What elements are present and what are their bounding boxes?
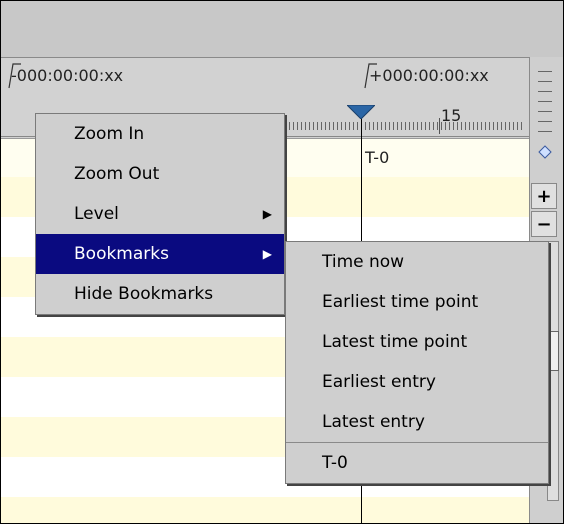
zoom-scale <box>538 71 552 141</box>
zoom-minus-button[interactable]: − <box>531 211 557 237</box>
menu-item-hide-bookmarks[interactable]: Hide Bookmarks <box>36 274 284 314</box>
zoom-plus-button[interactable]: + <box>531 183 557 209</box>
submenu-item-latest-time-point[interactable]: Latest time point <box>286 322 548 362</box>
submenu-item-earliest-entry[interactable]: Earliest entry <box>286 362 548 402</box>
submenu-arrow-icon: ▶ <box>262 247 272 261</box>
submenu-arrow-icon: ▶ <box>262 207 272 221</box>
submenu-item-earliest-time-point[interactable]: Earliest time point <box>286 282 548 322</box>
submenu-item-t0[interactable]: T-0 <box>286 443 548 483</box>
title-bar <box>1 1 563 58</box>
menu-item-zoom-out[interactable]: Zoom Out <box>36 154 284 194</box>
timeline-window: -000:00:00:xx +000:00:00:xx 15 T-0 + − Z… <box>0 0 564 524</box>
ruler-major-tick <box>439 118 440 134</box>
time-marker-icon[interactable] <box>347 105 375 119</box>
context-menu: Zoom In Zoom Out Level ▶ Bookmarks ▶ Hide … <box>35 113 285 315</box>
submenu-item-latest-entry[interactable]: Latest entry <box>286 402 548 442</box>
ruler-right-time: +000:00:00:xx <box>369 66 489 85</box>
ruler-ticks <box>285 122 523 130</box>
menu-item-bookmarks[interactable]: Bookmarks ▶ <box>36 234 284 274</box>
diamond-icon[interactable] <box>538 145 552 159</box>
marker-label: T-0 <box>365 148 390 167</box>
timeline-row[interactable] <box>1 497 529 523</box>
bookmarks-submenu: Time now Earliest time point Latest time… <box>285 241 549 484</box>
ruler-left-time: -000:00:00:xx <box>11 66 124 85</box>
menu-item-level[interactable]: Level ▶ <box>36 194 284 234</box>
submenu-item-time-now[interactable]: Time now <box>286 242 548 282</box>
menu-item-zoom-in[interactable]: Zoom In <box>36 114 284 154</box>
